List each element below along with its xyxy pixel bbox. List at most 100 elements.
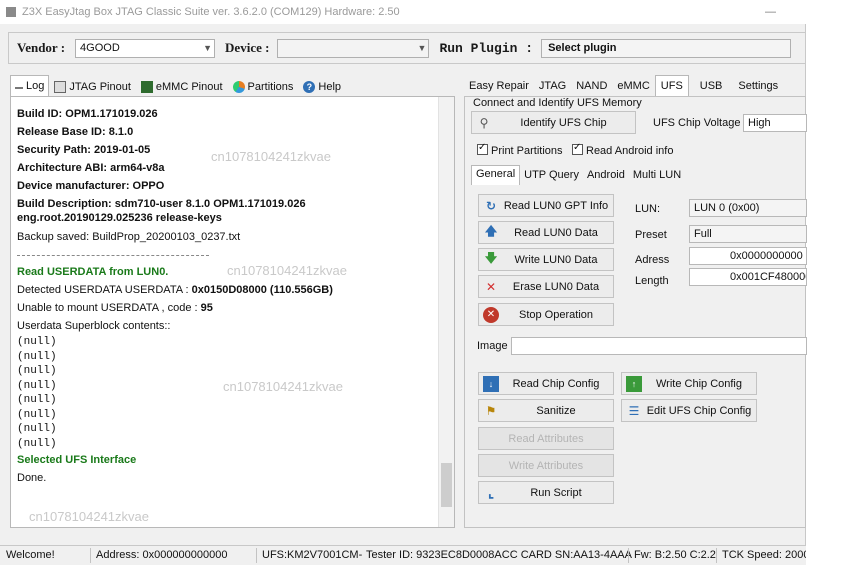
status-ufs: UFS:KM2V7001CM-I bbox=[262, 549, 362, 561]
image-label: Image bbox=[477, 340, 508, 352]
minimize-icon[interactable]: — bbox=[765, 6, 776, 18]
help-icon: ? bbox=[303, 80, 316, 93]
run-script-button[interactable]: ⌞ Run Script bbox=[478, 481, 614, 504]
stop-operation-button[interactable]: ✕ Stop Operation bbox=[478, 303, 614, 326]
log-panel[interactable]: Build ID: OPM1.171019.026 Release Base I… bbox=[10, 96, 455, 528]
scroll-thumb[interactable] bbox=[441, 463, 452, 507]
device-label: Device : bbox=[225, 40, 270, 55]
tab-help[interactable]: ? Help bbox=[298, 77, 346, 96]
print-partitions-checkbox[interactable]: Print Partitions bbox=[477, 142, 563, 157]
tab-help-label: Help bbox=[318, 80, 342, 93]
sanitize-button[interactable]: ⚑ Sanitize bbox=[478, 399, 614, 422]
tab-jtag-pinout-label: JTAG Pinout bbox=[69, 80, 131, 93]
stop-operation-label: Stop Operation bbox=[519, 308, 593, 321]
arrow-up-icon: 🡅 bbox=[484, 224, 498, 238]
tab-emmc[interactable]: eMMC bbox=[612, 77, 654, 96]
address-input[interactable]: 0x0000000000 bbox=[689, 247, 807, 265]
right-tab-bar: Easy Repair JTAG NAND eMMC UFS USB Setti… bbox=[464, 75, 783, 96]
ufs-panel: Connect and Identify UFS Memory ⚲ Read L… bbox=[464, 96, 807, 528]
identify-ufs-button[interactable]: ⚲ Read LUN0 GPT Info Identify UFS Chip bbox=[471, 111, 636, 134]
read-gpt-button[interactable]: ↻ Read LUN0 GPT Info bbox=[478, 194, 614, 217]
vendor-label: Vendor : bbox=[17, 40, 66, 55]
status-bar: Welcome! Address: 0x000000000000 UFS:KM2… bbox=[0, 545, 806, 565]
run-script-label: Run Script bbox=[530, 486, 582, 499]
sanitize-label: Sanitize bbox=[536, 404, 576, 417]
read-attributes-label: Read Attributes bbox=[508, 432, 584, 445]
null-line: (null) bbox=[17, 438, 57, 450]
lun-select[interactable]: LUN 0 (0x00) bbox=[689, 199, 807, 217]
close-icon: ✕ bbox=[485, 279, 497, 294]
tab-emmc-pinout[interactable]: eMMC Pinout bbox=[136, 77, 228, 96]
write-data-button[interactable]: 🡇 Write LUN0 Data bbox=[478, 248, 614, 271]
preset-select[interactable]: Full bbox=[689, 225, 807, 243]
tab-emmc-pinout-label: eMMC Pinout bbox=[155, 80, 223, 93]
print-partitions-label: Print Partitions bbox=[491, 145, 563, 157]
plugin-select[interactable]: Select plugin bbox=[541, 38, 792, 58]
voltage-label: UFS Chip Voltage bbox=[653, 117, 741, 129]
tab-general[interactable]: General bbox=[471, 165, 521, 185]
mount-label: Unable to mount USERDATA , code : bbox=[17, 302, 201, 314]
status-tck: TCK Speed: 2000 bbox=[722, 549, 806, 561]
watermark: cn1078104241zkvae bbox=[227, 263, 347, 278]
tab-partitions[interactable]: Partitions bbox=[228, 77, 299, 96]
log-divider bbox=[17, 255, 209, 256]
erase-data-button[interactable]: ✕ Erase LUN0 Data bbox=[478, 275, 614, 298]
detected-value: 0x0150D08000 (110.556GB) bbox=[191, 284, 333, 296]
top-toolbar: Vendor : 4GOOD ▼ Device : ▼ Run Plugin :… bbox=[8, 32, 806, 64]
null-line: (null) bbox=[17, 380, 57, 392]
log-line: Release Base ID: 8.1.0 bbox=[17, 126, 134, 138]
null-line: (null) bbox=[17, 365, 57, 377]
length-input[interactable]: 0x001CF480000 bbox=[689, 268, 807, 286]
tab-usb[interactable]: USB bbox=[695, 77, 728, 96]
tab-android[interactable]: Android bbox=[583, 167, 629, 185]
log-line: Read USERDATA from LUN0. bbox=[17, 266, 169, 278]
read-gpt-label: Read LUN0 GPT Info bbox=[503, 199, 609, 212]
write-chip-config-button[interactable]: ↑ Write Chip Config bbox=[621, 372, 757, 395]
watermark: cn1078104241zkvae bbox=[211, 149, 331, 164]
detected-label: Detected USERDATA USERDATA : bbox=[17, 284, 192, 296]
image-input[interactable] bbox=[511, 337, 807, 355]
status-divider bbox=[628, 548, 629, 563]
arrow-down-icon: 🡇 bbox=[484, 251, 498, 265]
title-bar: Z3X EasyJtag Box JTAG Classic Suite ver.… bbox=[0, 0, 806, 24]
refresh-icon: ↻ bbox=[485, 198, 497, 213]
tab-jtag-pinout[interactable]: JTAG Pinout bbox=[49, 77, 136, 96]
script-icon: ⌞ bbox=[487, 484, 495, 500]
read-attributes-button[interactable]: Read Attributes bbox=[478, 427, 614, 450]
voltage-select[interactable]: High bbox=[743, 114, 807, 132]
read-chip-config-label: Read Chip Config bbox=[512, 377, 600, 390]
watermark: cn1078104241zkvae bbox=[223, 379, 343, 394]
log-line: Device manufacturer: OPPO bbox=[17, 180, 165, 192]
edit-chip-config-button[interactable]: ☰ Edit UFS Chip Config bbox=[621, 399, 757, 422]
app-icon bbox=[6, 7, 16, 17]
partitions-icon bbox=[232, 80, 245, 93]
tab-settings[interactable]: Settings bbox=[733, 77, 783, 96]
emmc-icon bbox=[140, 80, 153, 93]
database-icon: ☰ bbox=[628, 403, 640, 418]
lun-label: LUN: bbox=[635, 203, 661, 215]
log-line: Done. bbox=[17, 472, 47, 484]
read-data-button[interactable]: 🡅 Read LUN0 Data bbox=[478, 221, 614, 244]
tab-multi-lun[interactable]: Multi LUN bbox=[629, 167, 685, 185]
vendor-select[interactable]: 4GOOD ▼ bbox=[75, 38, 216, 58]
tab-utp-query[interactable]: UTP Query bbox=[520, 167, 583, 185]
read-chip-config-button[interactable]: ↓ Read Chip Config bbox=[478, 372, 614, 395]
preset-label: Preset bbox=[635, 229, 667, 241]
write-chip-config-label: Write Chip Config bbox=[656, 377, 742, 390]
read-android-info-checkbox[interactable]: Read Android info bbox=[572, 142, 673, 157]
edit-chip-config-label: Edit UFS Chip Config bbox=[646, 404, 752, 417]
tab-easy-repair[interactable]: Easy Repair bbox=[464, 77, 534, 96]
tab-nand[interactable]: NAND bbox=[571, 77, 612, 96]
log-scrollbar[interactable] bbox=[438, 97, 454, 527]
null-line: (null) bbox=[17, 351, 57, 363]
tab-log[interactable]: Log bbox=[10, 75, 50, 96]
tab-jtag[interactable]: JTAG bbox=[534, 77, 571, 96]
tab-ufs[interactable]: UFS bbox=[654, 75, 689, 96]
write-attributes-button[interactable]: Write Attributes bbox=[478, 454, 614, 477]
status-fw: Fw: B:2.50 C:2.2 bbox=[634, 549, 716, 561]
device-select[interactable]: ▼ bbox=[277, 38, 430, 58]
stop-icon: ✕ bbox=[483, 306, 499, 323]
upload-icon: ↑ bbox=[626, 375, 642, 392]
read-data-label: Read LUN0 Data bbox=[514, 226, 598, 239]
log-line: Architecture ABI: arm64-v8a bbox=[17, 162, 165, 174]
